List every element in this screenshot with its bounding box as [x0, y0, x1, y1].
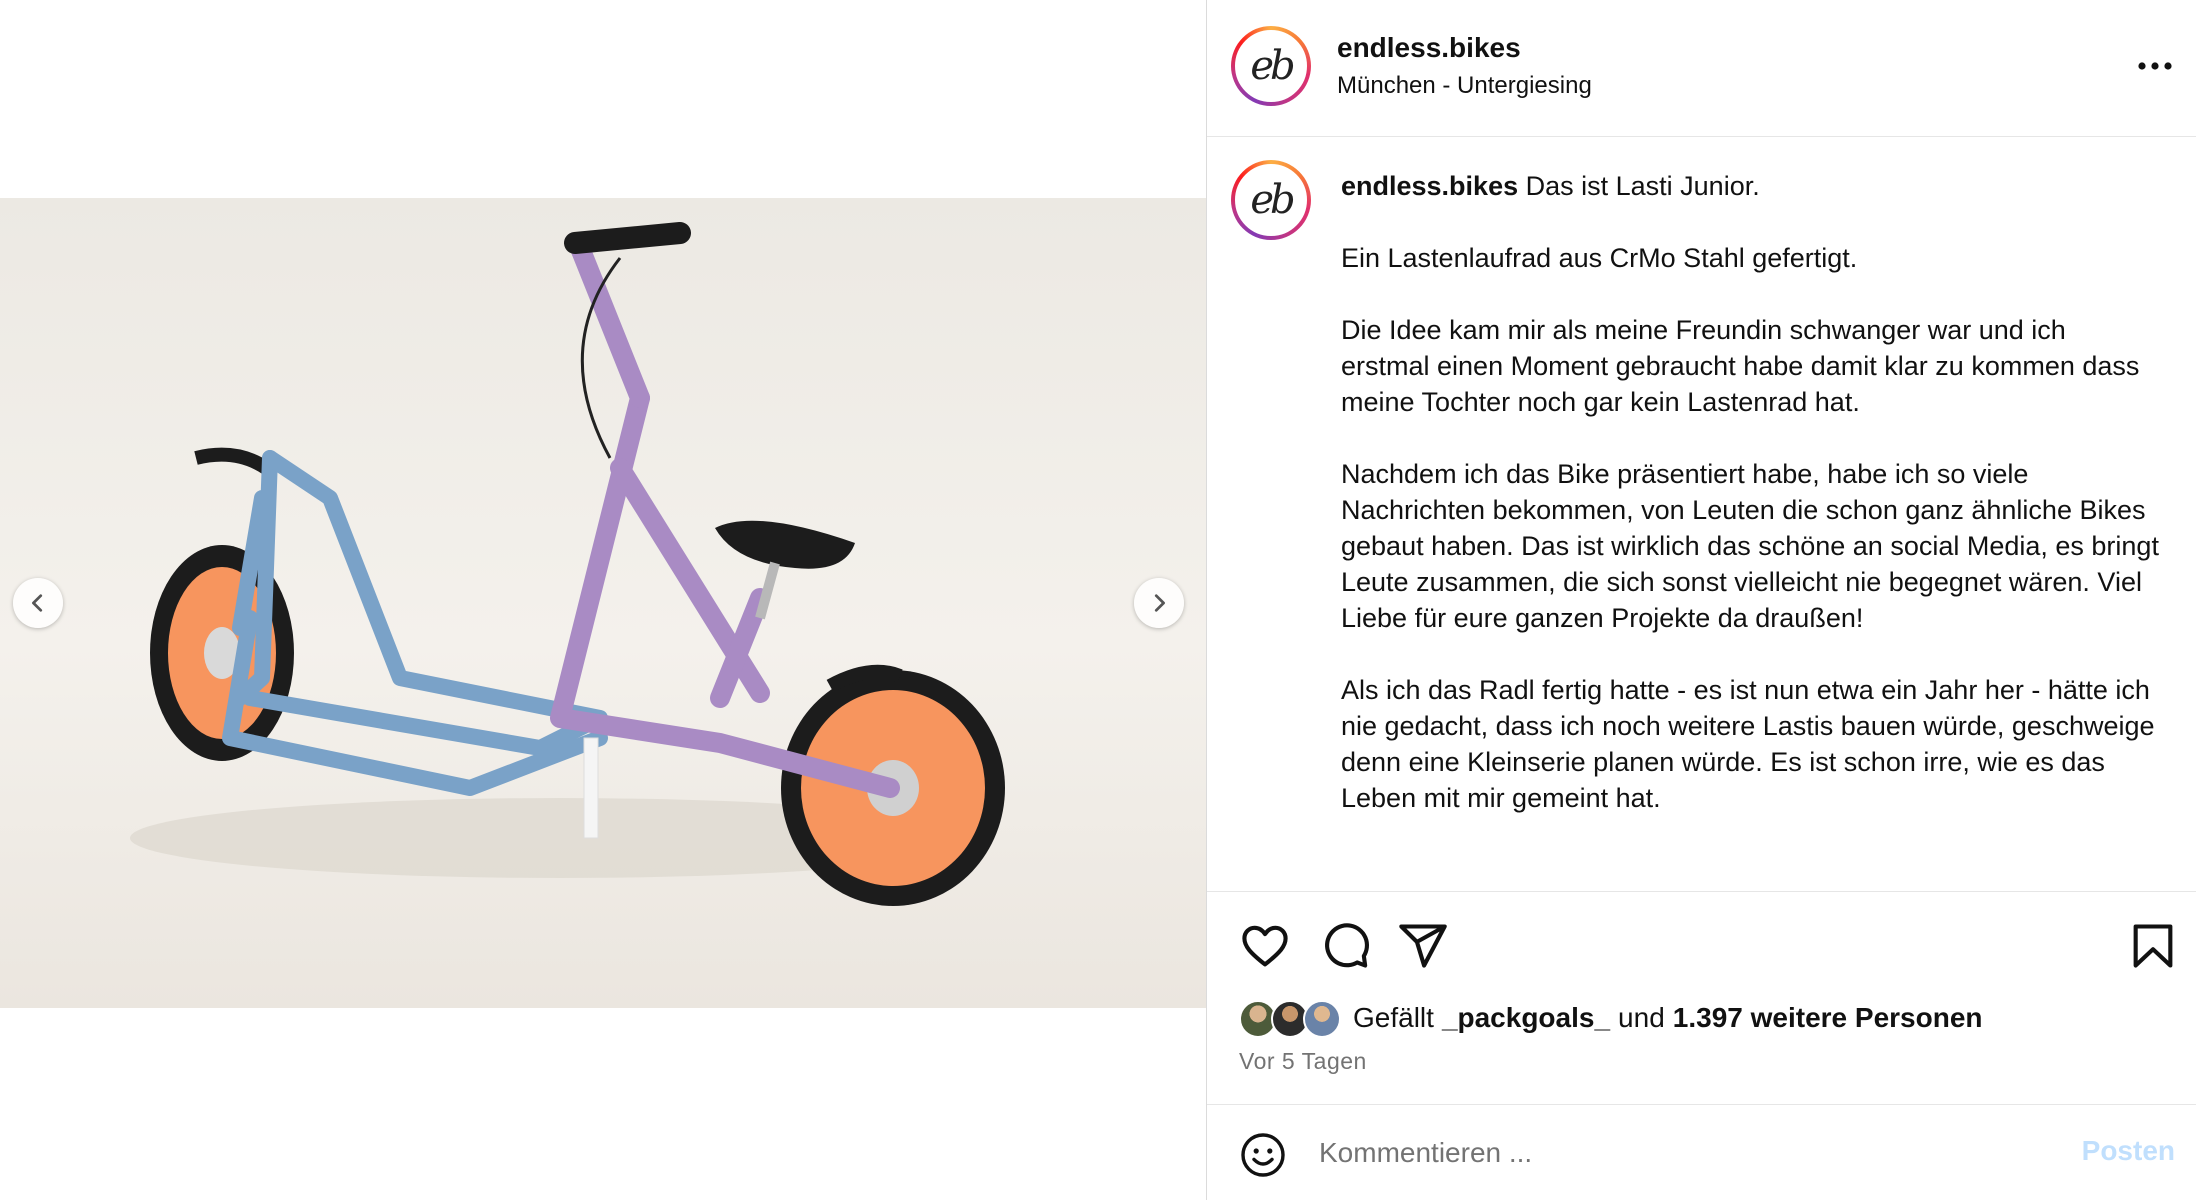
handlebar — [564, 222, 691, 254]
heart-icon — [1242, 925, 1288, 967]
caption-username[interactable]: endless.bikes — [1341, 171, 1518, 201]
avatar — [1303, 1000, 1341, 1038]
save-button[interactable] — [2127, 920, 2179, 972]
action-bar — [1207, 892, 2196, 982]
like-button[interactable] — [1239, 920, 1291, 972]
emoji-button[interactable] — [1239, 1131, 1287, 1179]
likes-summary: Gefällt _packgoals_ und 1.397 weitere Pe… — [1239, 996, 1991, 1040]
smiley-icon — [1241, 1133, 1285, 1177]
avatar-logo: eb — [1250, 43, 1295, 89]
chevron-left-icon — [32, 594, 43, 612]
liker-avatars[interactable] — [1239, 998, 1345, 1038]
comment-bubble-icon — [1325, 923, 1369, 968]
comment-button[interactable] — [1319, 920, 1371, 972]
paper-plane-icon — [1399, 924, 1447, 968]
caption-text: Das ist Lasti Junior. Ein Lastenlaufrad … — [1341, 171, 2159, 813]
post-comment-button[interactable]: Posten — [2082, 1135, 2175, 1167]
likes-count-link[interactable]: 1.397 weitere Personen — [1673, 1002, 1983, 1034]
more-options-button[interactable] — [2135, 48, 2175, 84]
caption-avatar[interactable]: eb — [1231, 160, 1311, 240]
media-area — [0, 0, 1206, 1200]
caption-section: eb endless.bikes Das ist Lasti Junior. E… — [1207, 138, 2196, 892]
post-photo — [0, 198, 1206, 1008]
share-button[interactable] — [1397, 920, 1449, 972]
header-username[interactable]: endless.bikes — [1337, 32, 1521, 64]
previous-image-button[interactable] — [13, 578, 63, 628]
bike-photo-illustration — [0, 198, 1206, 1008]
post-side-panel: eb endless.bikes München - Untergiesing … — [1206, 0, 2196, 1200]
post-location[interactable]: München - Untergiesing — [1337, 72, 1592, 100]
post-timestamp[interactable]: Vor 5 Tagen — [1239, 1048, 1367, 1075]
likes-prefix: Gefällt — [1353, 1002, 1434, 1033]
instagram-post-view: eb endless.bikes München - Untergiesing … — [0, 0, 2196, 1200]
chevron-right-icon — [1154, 594, 1165, 612]
likes-conj: und — [1618, 1002, 1665, 1033]
comment-input[interactable] — [1319, 1127, 2019, 1179]
post-caption: endless.bikes Das ist Lasti Junior. Ein … — [1341, 168, 2161, 816]
comment-bar: Posten — [1207, 1104, 2196, 1200]
post-header: eb endless.bikes München - Untergiesing — [1207, 0, 2196, 137]
bookmark-icon — [2133, 924, 2173, 968]
more-horizontal-icon — [2138, 62, 2172, 70]
avatar-logo: eb — [1250, 177, 1295, 223]
next-image-button[interactable] — [1134, 578, 1184, 628]
avatar[interactable]: eb — [1231, 26, 1311, 106]
liker-username[interactable]: _packgoals_ — [1442, 1002, 1610, 1034]
